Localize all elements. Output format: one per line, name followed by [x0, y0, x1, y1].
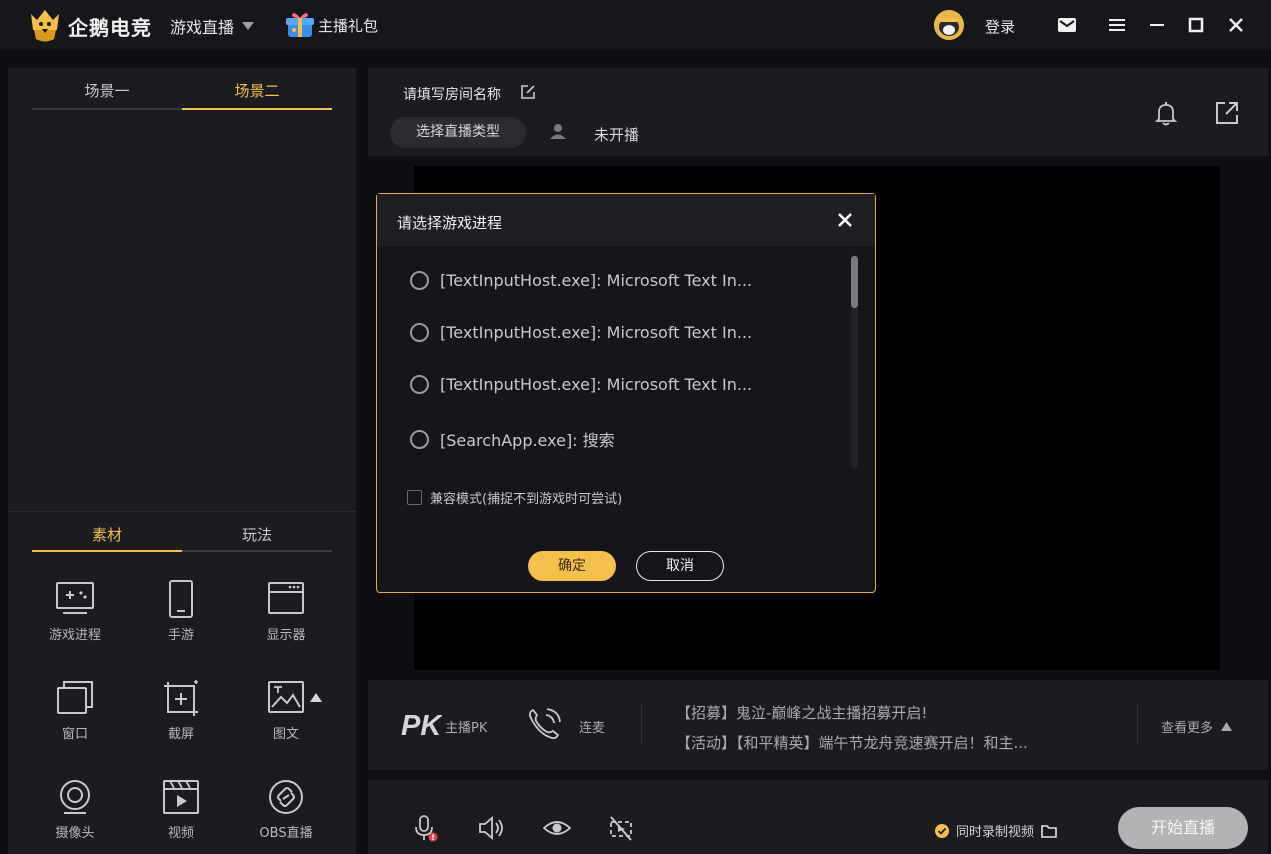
- view-more-link[interactable]: 查看更多: [1161, 717, 1233, 736]
- display-icon: [236, 580, 336, 618]
- app-name: 企鹅电竞: [68, 16, 152, 40]
- menu-icon[interactable]: [1106, 14, 1128, 36]
- radio-button[interactable]: [410, 375, 429, 394]
- live-status: 未开播: [594, 126, 640, 144]
- speaker-icon[interactable]: [477, 814, 505, 842]
- tool-mobile-game[interactable]: 手游: [131, 580, 231, 660]
- link-circle-icon: [236, 778, 336, 816]
- gamepad-monitor-icon: [25, 580, 125, 618]
- tool-label: 截屏: [167, 727, 194, 742]
- mail-icon[interactable]: [1056, 14, 1078, 36]
- news-item[interactable]: 【招募】鬼泣-巅峰之战主播招募开启!: [676, 702, 927, 723]
- microphone-icon[interactable]: [410, 814, 438, 842]
- room-name-field[interactable]: 请填写房间名称: [403, 84, 501, 104]
- cancel-button[interactable]: 取消: [636, 551, 724, 581]
- maximize-icon[interactable]: [1185, 14, 1207, 36]
- tool-label: 摄像头: [55, 826, 95, 841]
- process-option[interactable]: [SearchApp.exe]: 搜索: [410, 427, 615, 451]
- tool-label: 窗口: [61, 727, 88, 742]
- process-option[interactable]: [TextInputHost.exe]: Microsoft Text In..…: [410, 323, 752, 342]
- pk-bar: [368, 680, 1268, 770]
- camera-icon: [25, 778, 125, 816]
- streamer-pk-link[interactable]: 主播PK: [445, 717, 487, 736]
- start-live-button[interactable]: 开始直播: [1118, 807, 1248, 849]
- process-label: [TextInputHost.exe]: Microsoft Text In..…: [440, 323, 753, 342]
- avatar[interactable]: [934, 10, 964, 40]
- tool-video[interactable]: 视频: [131, 778, 231, 854]
- process-option[interactable]: [TextInputHost.exe]: Microsoft Text In..…: [410, 271, 752, 290]
- phone-call-icon[interactable]: [524, 706, 564, 746]
- chevron-up-icon: [1221, 722, 1233, 731]
- checkmark-circle-icon: [935, 823, 949, 838]
- tool-label: OBS直播: [259, 826, 313, 841]
- compat-mode-checkbox[interactable]: 兼容模式(捕捉不到游戏时可尝试): [407, 488, 622, 507]
- tool-obs-live[interactable]: OBS直播: [236, 778, 336, 854]
- tool-label: 游戏进程: [48, 628, 101, 643]
- radio-button[interactable]: [410, 429, 429, 449]
- news-divider: [1137, 705, 1138, 745]
- process-option[interactable]: [TextInputHost.exe]: Microsoft Text In..…: [410, 375, 752, 394]
- news-item[interactable]: 【活动】【和平精英】端午节龙舟竞速赛开启！和主...: [676, 732, 1028, 753]
- process-label: [TextInputHost.exe]: Microsoft Text In..…: [440, 271, 753, 290]
- gift-box-icon[interactable]: [285, 10, 315, 40]
- chevron-down-icon: [242, 22, 255, 30]
- phone-icon: [131, 580, 231, 618]
- radio-button[interactable]: [410, 271, 429, 290]
- share-icon[interactable]: [1214, 100, 1240, 126]
- tab-gameplay[interactable]: 玩法: [182, 524, 332, 552]
- confirm-button[interactable]: 确定: [528, 551, 616, 581]
- select-live-type-button[interactable]: 选择直播类型: [390, 117, 526, 148]
- tool-window[interactable]: 窗口: [25, 679, 125, 759]
- tab-scene-two[interactable]: 场景二: [182, 80, 332, 110]
- process-label: [SearchApp.exe]: 搜索: [440, 431, 615, 450]
- game-live-menu-label: 游戏直播: [170, 18, 235, 37]
- user-icon: [549, 122, 567, 140]
- tool-camera[interactable]: 摄像头: [25, 778, 125, 854]
- tool-label: 显示器: [266, 628, 306, 643]
- pk-divider: [641, 705, 642, 745]
- process-label: [TextInputHost.exe]: Microsoft Text In..…: [440, 375, 753, 394]
- no-signal-icon[interactable]: [607, 814, 635, 842]
- tool-game-process[interactable]: 游戏进程: [25, 580, 125, 660]
- record-video-option[interactable]: 同时录制视频: [935, 821, 1057, 840]
- video-clapper-icon: [131, 778, 231, 816]
- dialog-title: 请选择游戏进程: [397, 214, 503, 232]
- tool-label: 视频: [167, 826, 194, 841]
- tool-text-image[interactable]: 图文: [236, 679, 336, 759]
- mic-link-label[interactable]: 连麦: [579, 717, 605, 736]
- minimize-icon[interactable]: [1146, 14, 1168, 36]
- scrollbar-thumb[interactable]: [851, 256, 858, 308]
- tool-screenshot[interactable]: 截屏: [131, 679, 231, 759]
- login-link[interactable]: 登录: [985, 16, 1015, 37]
- streamer-gift-link[interactable]: 主播礼包: [318, 15, 378, 36]
- radio-button[interactable]: [410, 323, 429, 342]
- window-icon: [25, 679, 125, 717]
- penguin-logo-icon: [26, 6, 64, 44]
- compat-mode-label: 兼容模式(捕捉不到游戏时可尝试): [430, 492, 623, 507]
- folder-icon[interactable]: [1041, 824, 1057, 838]
- record-video-label: 同时录制视频: [956, 825, 1035, 840]
- expand-up-icon[interactable]: [310, 692, 322, 702]
- checkbox[interactable]: [407, 490, 422, 505]
- pk-logo-icon[interactable]: PK: [400, 708, 442, 742]
- tab-scene-one[interactable]: 场景一: [32, 80, 182, 110]
- close-icon[interactable]: [1225, 14, 1247, 36]
- edit-icon[interactable]: [519, 83, 537, 101]
- crop-add-icon: [131, 679, 231, 717]
- dialog-close-icon[interactable]: [836, 211, 854, 229]
- pk-logo-text: PK: [401, 710, 442, 742]
- tool-label: 图文: [272, 727, 299, 742]
- tool-label: 手游: [167, 628, 194, 643]
- panel-divider: [8, 511, 356, 512]
- eye-icon[interactable]: [543, 814, 571, 842]
- tool-display[interactable]: 显示器: [236, 580, 336, 660]
- tab-materials[interactable]: 素材: [32, 524, 182, 552]
- game-live-menu[interactable]: 游戏直播: [170, 14, 255, 38]
- bell-icon[interactable]: [1153, 100, 1179, 126]
- view-more-label: 查看更多: [1161, 721, 1214, 736]
